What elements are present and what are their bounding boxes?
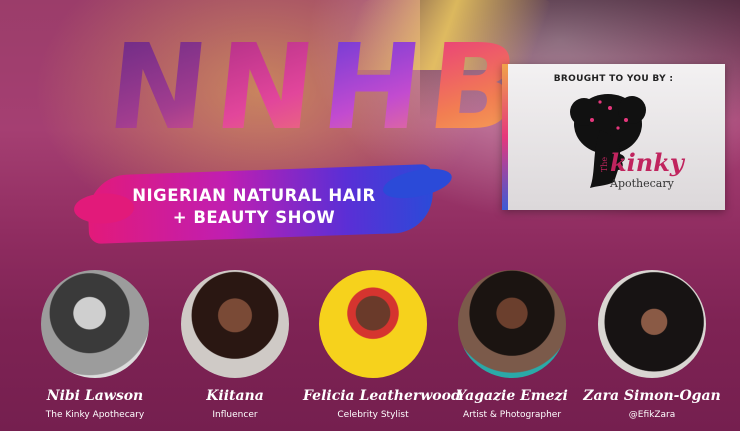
speaker-name: Yagazie Emezi (456, 388, 568, 404)
speaker-name: Zara Simon-Ogan (583, 388, 721, 404)
sponsor-card: BROUGHT TO YOU BY : The kinky Apothecary (502, 64, 725, 210)
show-title: NIGERIAN NATURAL HAIR + BEAUTY SHOW (104, 185, 404, 229)
speaker-photo (41, 270, 149, 378)
sponsor-brand-sub: Apothecary (610, 177, 674, 190)
speaker-card: Yagazie Emezi Artist & Photographer (442, 270, 582, 420)
logo-letter: N (101, 18, 217, 163)
speaker-photo (319, 270, 427, 378)
event-poster: N N H B NIGERIAN NATURAL HAIR + BEAUTY S… (0, 0, 740, 431)
show-title-line-1: NIGERIAN NATURAL HAIR (132, 186, 376, 205)
speaker-role: Artist & Photographer (462, 410, 562, 420)
speaker-photo (458, 270, 566, 378)
speaker-name: Kiitana (206, 388, 264, 404)
speaker-photo (181, 270, 289, 378)
speaker-role: @EfikZara (628, 410, 676, 420)
speaker-card: Nibi Lawson The Kinky Apothecary (25, 270, 165, 420)
speaker-card: Felicia Leatherwood Celebrity Stylist (303, 270, 461, 420)
speaker-card: Zara Simon-Ogan @EfikZara (582, 270, 722, 420)
speaker-role: Influencer (212, 410, 258, 420)
show-title-line-2: + BEAUTY SHOW (172, 208, 336, 227)
speaker-list: Nibi Lawson The Kinky Apothecary Kiitana… (0, 270, 740, 431)
speaker-role: Celebrity Stylist (337, 410, 409, 420)
logo-letter: N (208, 18, 323, 163)
speaker-name: Felicia Leatherwood (303, 388, 461, 404)
speaker-role: The Kinky Apothecary (45, 410, 145, 420)
logo-letter: H (314, 18, 430, 163)
speaker-name: Nibi Lawson (46, 388, 144, 404)
sponsor-brand-prefix: The (600, 156, 610, 173)
nnhb-logo: N N H B (102, 18, 529, 163)
sponsor-brand-name: kinky (610, 148, 684, 177)
speaker-card: Kiitana Influencer (165, 270, 305, 420)
speaker-photo (598, 270, 706, 378)
sponsor-label: BROUGHT TO YOU BY : (553, 74, 674, 84)
